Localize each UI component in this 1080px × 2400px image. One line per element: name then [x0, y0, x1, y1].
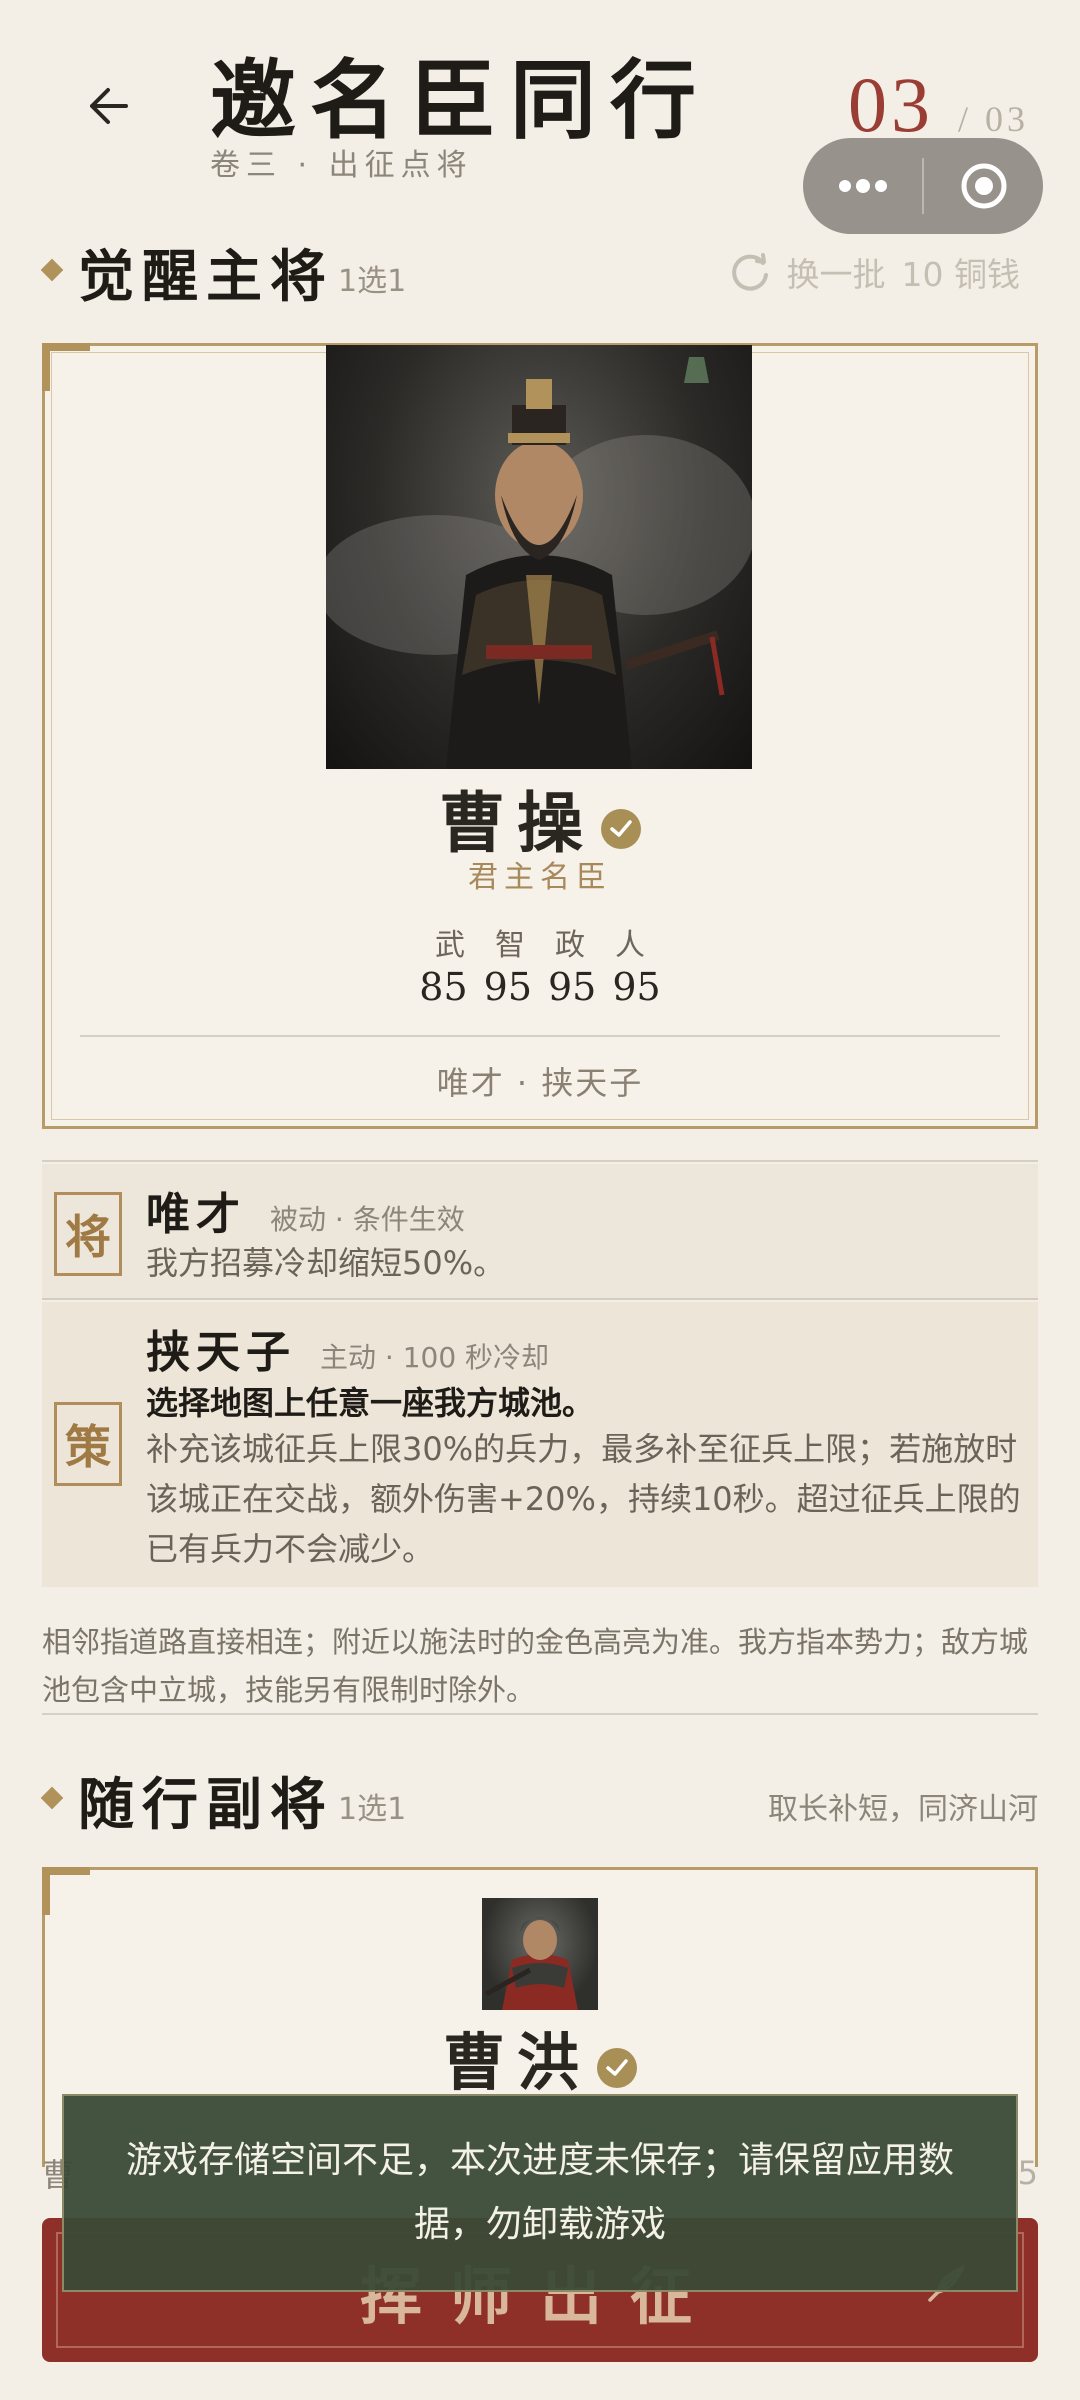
- card-divider: [80, 1035, 1000, 1037]
- storage-warning-toast: 游戏存储空间不足，本次进度未保存；请保留应用数据，勿卸载游戏: [62, 2094, 1018, 2292]
- page-title: 邀名臣同行: [210, 50, 710, 151]
- section-pick-rule: 1选1: [338, 264, 407, 299]
- sub-hero-name-row: 曹洪: [0, 2012, 1080, 2102]
- hero-traits: 唯才 · 挟天子: [436, 1064, 644, 1102]
- refresh-label: 换一批: [786, 255, 886, 294]
- section-title-sub: 随行副将: [78, 1772, 334, 1838]
- miniprogram-capsule: [803, 138, 1043, 234]
- section-title-main: 觉醒主将: [78, 244, 334, 310]
- more-dots-icon: [838, 179, 887, 193]
- hero-role: 君主名臣: [468, 860, 612, 895]
- skill-type: 被动 · 条件生效: [270, 1203, 465, 1236]
- note-divider: [42, 1713, 1038, 1715]
- card-corner-ornament: [42, 1867, 90, 1915]
- stat-labels: 武 智 政 人: [0, 920, 1080, 964]
- skill-desc: 我方招募冷却缩短50%。: [146, 1244, 506, 1282]
- refresh-icon: [731, 253, 768, 291]
- skill-seal-ce: 策: [54, 1402, 122, 1486]
- hero-name: 曹操: [439, 784, 595, 862]
- refresh-batch-button[interactable]: 换一批 10 铜钱: [729, 248, 1020, 296]
- check-badge-icon: [597, 2048, 637, 2088]
- skill-card-active: 策 挟天子 主动 · 100 秒冷却 选择地图上任意一座我方城池。 补充该城征兵…: [42, 1302, 1038, 1587]
- skill-desc: 补充该城征兵上限30%的兵力，最多补至征兵上限；若施放时该城正在交战，额外伤害+…: [146, 1430, 1021, 1568]
- obscured-text-right: 5: [1017, 2154, 1038, 2192]
- sub-hero-portrait: [482, 1898, 598, 2010]
- toast-message: 游戏存储空间不足，本次进度未保存；请保留应用数据，勿卸载游戏: [125, 2140, 954, 2245]
- page-subtitle: 卷三 · 出征点将: [210, 148, 473, 183]
- back-button[interactable]: [80, 78, 136, 134]
- stat-value-zheng: 95: [548, 965, 597, 1009]
- rules-note: 相邻指道路直接相连；附近以施法时的金色高亮为准。我方指本势力；敌方城池包含中立城…: [42, 1625, 1029, 1707]
- arrow-left-icon: [90, 88, 128, 124]
- hero-portrait-art: [326, 357, 752, 769]
- stat-label-ren: 人: [615, 928, 645, 963]
- card-corner-ornament: [42, 343, 90, 391]
- stat-label-wu: 武: [435, 928, 465, 963]
- skill-name: 唯才: [146, 1189, 246, 1240]
- refresh-cost: 10 铜钱: [901, 255, 1020, 294]
- skill-header: 唯才 被动 · 条件生效: [146, 1178, 465, 1242]
- stat-label-zhi: 智: [495, 928, 525, 963]
- section-diamond-icon: [40, 1786, 64, 1810]
- section-tagline: 取长补短，同济山河: [768, 1792, 1038, 1827]
- skill-seal-jiang: 将: [54, 1192, 122, 1276]
- hero-portrait: [326, 345, 752, 769]
- section-diamond-icon: [40, 258, 64, 282]
- stat-label-zheng: 政: [555, 928, 585, 963]
- skill-separator: [42, 1298, 1038, 1300]
- progress-total: / 03: [958, 99, 1030, 139]
- stat-value-ren: 95: [612, 965, 661, 1009]
- skill-card-passive: 将 唯才 被动 · 条件生效 我方招募冷却缩短50%。: [42, 1164, 1038, 1298]
- target-circle-icon: [961, 163, 1006, 209]
- progress-current: 03: [848, 61, 934, 148]
- sub-hero-portrait-art: [484, 1917, 578, 2010]
- skill-target-rule: 选择地图上任意一座我方城池。: [146, 1384, 595, 1422]
- sub-hero-name: 曹洪: [442, 2026, 591, 2099]
- close-miniprogram-button[interactable]: [924, 138, 1043, 234]
- stat-value-wu: 85: [419, 965, 468, 1009]
- skill-type: 主动 · 100 秒冷却: [320, 1341, 550, 1374]
- check-badge-icon: [601, 809, 641, 849]
- skill-header: 挟天子 主动 · 100 秒冷却: [146, 1316, 549, 1380]
- skills-top-line: [42, 1160, 1038, 1162]
- more-button[interactable]: [803, 138, 922, 234]
- section-pick-rule: 1选1: [338, 1792, 407, 1827]
- stat-values: 85 95 95 95: [0, 965, 1080, 1009]
- stat-value-zhi: 95: [483, 965, 532, 1009]
- skill-name: 挟天子: [146, 1327, 296, 1378]
